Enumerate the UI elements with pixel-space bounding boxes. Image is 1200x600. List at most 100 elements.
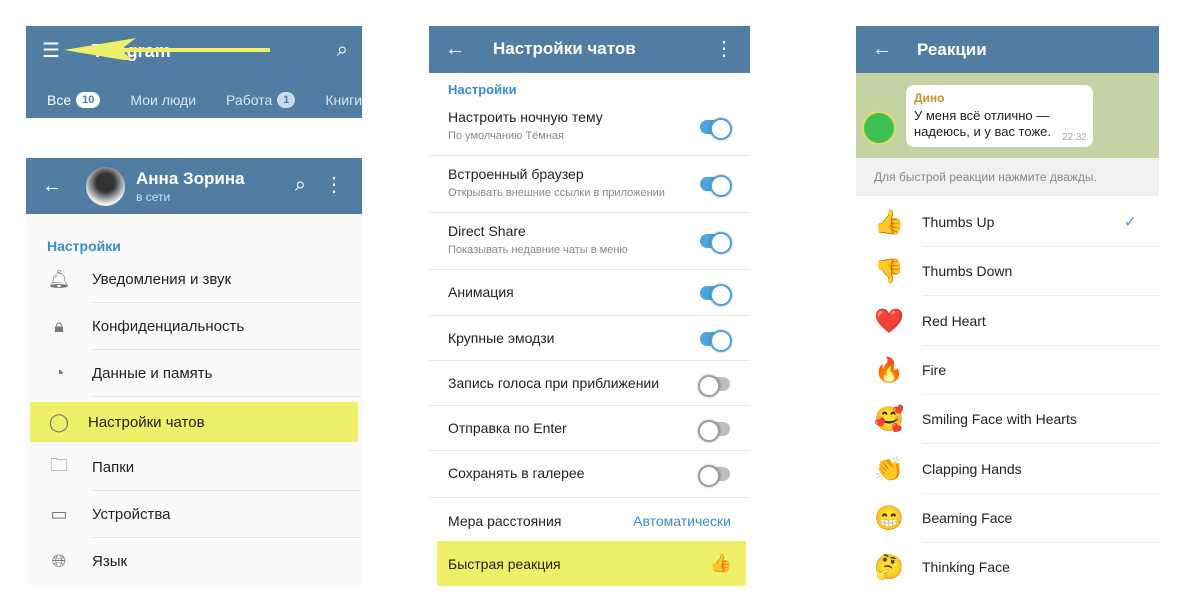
item-label: Уведомления и звук — [92, 256, 362, 303]
chat-setting-row[interactable]: Встроенный браузер Открывать внешние ссыл… — [429, 156, 750, 213]
toggle-switch[interactable] — [698, 375, 730, 397]
chat-list-header: ☰ Telegram ⌕ Все10 Мои люди Работа1 Книг… — [26, 26, 362, 118]
item-label: Язык — [92, 553, 128, 570]
settings-item-folders[interactable]: 🗀 Папки — [26, 444, 362, 491]
menu-icon[interactable]: ☰ — [42, 41, 60, 61]
folder-icon: 🗀 — [50, 454, 68, 475]
reaction-item[interactable]: 👏 Clapping Hands — [856, 445, 1159, 494]
message-text-line: надеюсь, и у вас тоже. — [914, 124, 1051, 139]
hint-text: Для быстрой реакции нажмите дважды. — [856, 158, 1159, 196]
toggle-switch[interactable] — [698, 420, 730, 442]
more-vert-icon[interactable]: ⋮ — [324, 175, 344, 195]
profile-header: ← Анна Зорина в сети ⌕ ⋮ — [26, 158, 362, 214]
reaction-item[interactable]: ❤️ Red Heart — [856, 297, 1159, 346]
reaction-name: Thumbs Up ✓ — [922, 198, 1159, 247]
toggle-switch[interactable] — [700, 175, 732, 197]
toggle-switch[interactable] — [700, 284, 732, 306]
item-label: Данные и память — [92, 350, 362, 397]
item-label: Настройки чатов — [88, 413, 205, 431]
settings-item-data[interactable]: ◔ Данные и память — [26, 350, 362, 397]
tab-all[interactable]: Все 10 — [47, 88, 101, 112]
settings-item-chat-settings[interactable]: ◯ Настройки чатов — [30, 402, 358, 442]
unread-badge: 10 — [76, 92, 101, 108]
item-label: Устройства — [92, 491, 362, 538]
tab-label: Все — [47, 92, 72, 108]
reaction-name: Fire — [922, 346, 1159, 395]
distance-units-row[interactable]: Мера расстояния Автоматически — [429, 498, 750, 543]
toggle-switch[interactable] — [700, 232, 732, 254]
tab-books[interactable]: Книги — [325, 88, 362, 112]
chat-setting-row[interactable]: Запись голоса при приближении — [429, 361, 750, 406]
search-icon[interactable]: ⌕ — [337, 40, 348, 60]
chat-setting-row[interactable]: Анимация — [429, 270, 750, 316]
check-icon: ✓ — [1123, 214, 1137, 231]
tab-my-people[interactable]: Мои люди — [130, 88, 196, 112]
reaction-item[interactable]: 👎 Thumbs Down — [856, 247, 1159, 297]
toggle-switch[interactable] — [698, 465, 730, 487]
distance-value: Автоматически — [633, 512, 731, 529]
toggle-switch[interactable] — [700, 118, 732, 140]
message-sender: Дино — [914, 91, 945, 105]
reaction-emoji-icon: 🤔 — [874, 554, 904, 582]
search-icon[interactable]: ⌕ — [295, 175, 306, 195]
more-vert-icon[interactable]: ⋮ — [714, 39, 734, 59]
chat-setting-row[interactable]: Настроить ночную тему По умолчанию Тёмная — [429, 99, 750, 156]
chat-settings-panel: ← Настройки чатов ⋮ Настройки Настроить … — [429, 26, 750, 588]
row-title: Быстрая реакция — [448, 555, 561, 572]
reactions-panel: ← Реакции Дино У меня всё отлично — наде… — [856, 26, 1159, 585]
sticker-avatar — [862, 111, 896, 145]
back-arrow-icon[interactable]: ← — [42, 176, 62, 196]
unread-badge: 1 — [277, 92, 296, 108]
lock-icon: 🔒︎ — [54, 316, 64, 336]
message-time: 22:32 — [1061, 132, 1087, 143]
reaction-item[interactable]: 🥰 Smiling Face with Hearts — [856, 395, 1159, 445]
arrow-annotation-icon — [64, 38, 270, 60]
item-label: Папки — [92, 444, 362, 491]
chat-preview: Дино У меня всё отлично — надеюсь, и у в… — [856, 73, 1159, 158]
folder-tabs: Все 10 Мои люди Работа 1 Книги — [26, 88, 362, 112]
chat-setting-row[interactable]: Direct Share Показывать недавние чаты в м… — [429, 213, 750, 270]
avatar[interactable] — [86, 167, 125, 206]
section-title: Настройки — [448, 82, 517, 97]
back-arrow-icon[interactable]: ← — [445, 39, 465, 59]
page-title: Настройки чатов — [493, 39, 636, 58]
settings-item-notifications[interactable]: 🔔︎ Уведомления и звук — [26, 256, 362, 303]
reaction-item[interactable]: 👍 Thumbs Up ✓ — [856, 198, 1159, 247]
reaction-name: Beaming Face — [922, 494, 1159, 543]
reaction-emoji-icon: 🥰 — [874, 406, 904, 434]
profile-name: Анна Зорина — [136, 169, 245, 188]
tab-label: Книги — [325, 92, 362, 108]
reaction-item[interactable]: 😁 Beaming Face — [856, 494, 1159, 543]
thumbs-up-icon: 👍 — [709, 553, 732, 573]
reaction-name: Smiling Face with Hearts — [922, 395, 1159, 445]
tab-label: Работа — [226, 92, 273, 108]
tab-label: Мои люди — [130, 92, 197, 108]
chat-setting-row[interactable]: Отправка по Enter — [429, 406, 750, 451]
settings-item-privacy[interactable]: 🔒︎ Конфиденциальность — [26, 303, 362, 350]
quick-reaction-row[interactable]: Быстрая реакция 👍 — [437, 541, 746, 586]
back-arrow-icon[interactable]: ← — [872, 39, 892, 59]
message-text-line: У меня всё отлично — — [914, 108, 1050, 123]
devices-icon: ▭ — [50, 504, 68, 524]
profile-settings-panel: ← Анна Зорина в сети ⌕ ⋮ Настройки 🔔︎ Уве… — [26, 158, 362, 585]
bell-icon: 🔔︎ — [47, 269, 71, 289]
reaction-item[interactable]: 🤔 Thinking Face — [856, 543, 1159, 585]
globe-icon: 🌐︎ — [51, 551, 67, 571]
chat-settings-header: ← Настройки чатов ⋮ — [429, 26, 750, 73]
chat-setting-row[interactable]: Сохранять в галерее — [429, 451, 750, 498]
pie-chart-icon: ◔ — [53, 363, 65, 383]
toggle-switch[interactable] — [700, 330, 732, 352]
tab-work[interactable]: Работа 1 — [226, 88, 296, 112]
reactions-header: ← Реакции — [856, 26, 1159, 73]
reaction-name: Thinking Face — [922, 543, 1159, 585]
reaction-emoji-icon: 🔥 — [874, 356, 904, 384]
chat-setting-row[interactable]: Крупные эмодзи — [429, 316, 750, 361]
reaction-emoji-icon: 👎 — [874, 258, 904, 286]
profile-status: в сети — [136, 190, 171, 204]
reaction-name: Clapping Hands — [922, 445, 1159, 494]
settings-item-devices[interactable]: ▭ Устройства — [26, 491, 362, 538]
chat-bubble-icon: ◯ — [48, 411, 70, 432]
settings-item-language[interactable]: 🌐︎ Язык — [26, 538, 362, 585]
reaction-name: Red Heart — [922, 297, 1159, 346]
reaction-item[interactable]: 🔥 Fire — [856, 346, 1159, 395]
